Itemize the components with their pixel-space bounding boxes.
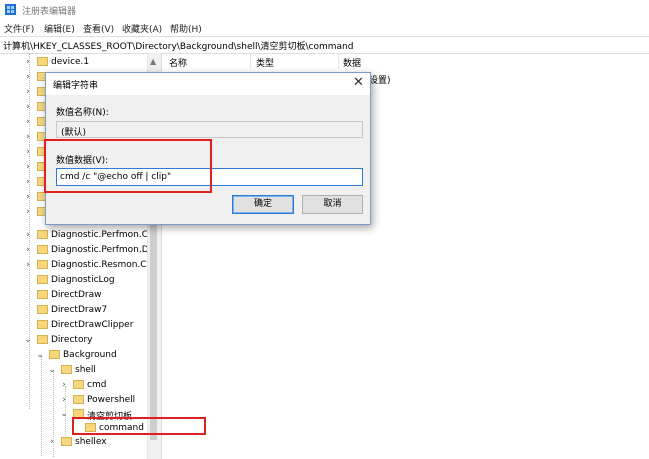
- tree-item-shellex[interactable]: › shellex: [0, 435, 147, 450]
- value-data-cell: 设置): [369, 76, 391, 86]
- menu-bar: 文件(F) 编辑(E) 查看(V) 收藏夹(A) 帮助(H): [0, 20, 649, 36]
- chevron-right-icon[interactable]: ›: [24, 87, 32, 97]
- address-bar[interactable]: 计算机\HKEY_CLASSES_ROOT\Directory\Backgrou…: [0, 36, 649, 54]
- cancel-button[interactable]: 取消: [302, 195, 363, 214]
- chevron-right-icon[interactable]: ›: [24, 245, 32, 255]
- menu-favorites[interactable]: 收藏夹(A): [122, 22, 162, 35]
- chevron-right-icon[interactable]: ›: [24, 117, 32, 127]
- folder-icon: [37, 320, 48, 329]
- folder-icon: [37, 290, 48, 299]
- chevron-right-icon[interactable]: ›: [60, 395, 68, 405]
- menu-file[interactable]: 文件(F): [4, 22, 34, 35]
- column-divider[interactable]: [250, 53, 251, 69]
- folder-open-icon: [49, 350, 60, 359]
- chevron-right-icon[interactable]: ›: [24, 162, 32, 172]
- folder-icon: [37, 245, 48, 254]
- tree-item-powershell[interactable]: › Powershell: [0, 393, 147, 408]
- tree-item[interactable]: DirectDraw: [0, 288, 147, 303]
- tree-item-shell[interactable]: ⌄ shell: [0, 363, 147, 378]
- highlight-box-command: [72, 417, 206, 435]
- chevron-right-icon[interactable]: ›: [48, 437, 56, 447]
- value-name-field: (默认): [56, 121, 363, 138]
- folder-icon: [37, 275, 48, 284]
- folder-open-icon: [37, 335, 48, 344]
- registry-editor-icon: [5, 4, 16, 15]
- chevron-right-icon[interactable]: ›: [60, 380, 68, 390]
- menu-view[interactable]: 查看(V): [83, 22, 114, 35]
- chevron-right-icon[interactable]: ›: [24, 192, 32, 202]
- chevron-down-icon[interactable]: ⌄: [36, 350, 44, 360]
- tree-item[interactable]: › Diagnostic.Perfmon.Co: [0, 228, 147, 243]
- tree-item[interactable]: › Diagnostic.Perfmon.Dc: [0, 243, 147, 258]
- tree-item[interactable]: › device.1: [0, 55, 147, 70]
- folder-icon: [73, 380, 84, 389]
- chevron-down-icon[interactable]: ⌄: [48, 365, 56, 375]
- window-title: 注册表编辑器: [22, 7, 77, 17]
- value-name-label: 数值名称(N):: [56, 108, 109, 118]
- tree-item[interactable]: DirectDraw7: [0, 303, 147, 318]
- menu-edit[interactable]: 编辑(E): [44, 22, 75, 35]
- highlight-box-value-data: [44, 139, 212, 193]
- scroll-up-arrow-icon[interactable]: ▲: [150, 57, 156, 66]
- chevron-right-icon[interactable]: ›: [24, 132, 32, 142]
- folder-icon: [37, 230, 48, 239]
- tree-item[interactable]: DiagnosticLog: [0, 273, 147, 288]
- folder-icon: [37, 57, 48, 66]
- chevron-right-icon[interactable]: ›: [24, 57, 32, 67]
- chevron-right-icon[interactable]: ›: [24, 207, 32, 217]
- chevron-right-icon[interactable]: ›: [24, 147, 32, 157]
- folder-icon: [37, 305, 48, 314]
- column-divider[interactable]: [338, 53, 339, 69]
- menu-help[interactable]: 帮助(H): [170, 22, 202, 35]
- folder-icon: [37, 260, 48, 269]
- tree-item[interactable]: DirectDrawClipper: [0, 318, 147, 333]
- chevron-right-icon[interactable]: ›: [24, 230, 32, 240]
- folder-open-icon: [61, 365, 72, 374]
- tree-item-directory[interactable]: ⌄ Directory: [0, 333, 147, 348]
- tree-item-cmd[interactable]: › cmd: [0, 378, 147, 393]
- chevron-right-icon[interactable]: ›: [24, 177, 32, 187]
- chevron-down-icon[interactable]: ⌄: [24, 335, 32, 345]
- folder-icon: [73, 395, 84, 404]
- chevron-down-icon[interactable]: ⌄: [60, 409, 68, 419]
- title-bar: 注册表编辑器: [0, 0, 649, 20]
- value-name-text: (默认): [61, 128, 87, 138]
- close-icon[interactable]: ✕: [353, 75, 364, 90]
- chevron-right-icon[interactable]: ›: [24, 260, 32, 270]
- address-path[interactable]: 计算机\HKEY_CLASSES_ROOT\Directory\Backgrou…: [3, 39, 353, 52]
- folder-icon: [61, 437, 72, 446]
- dialog-title: 编辑字符串: [53, 81, 99, 91]
- column-type[interactable]: 类型: [256, 56, 274, 69]
- chevron-right-icon[interactable]: ›: [24, 102, 32, 112]
- tree-item-background[interactable]: ⌄ Background: [0, 348, 147, 363]
- tree-item[interactable]: › Diagnostic.Resmon.Co: [0, 258, 147, 273]
- column-data[interactable]: 数据: [343, 56, 361, 69]
- column-name[interactable]: 名称: [169, 56, 187, 69]
- chevron-right-icon[interactable]: ›: [24, 72, 32, 82]
- ok-button[interactable]: 确定: [232, 195, 294, 214]
